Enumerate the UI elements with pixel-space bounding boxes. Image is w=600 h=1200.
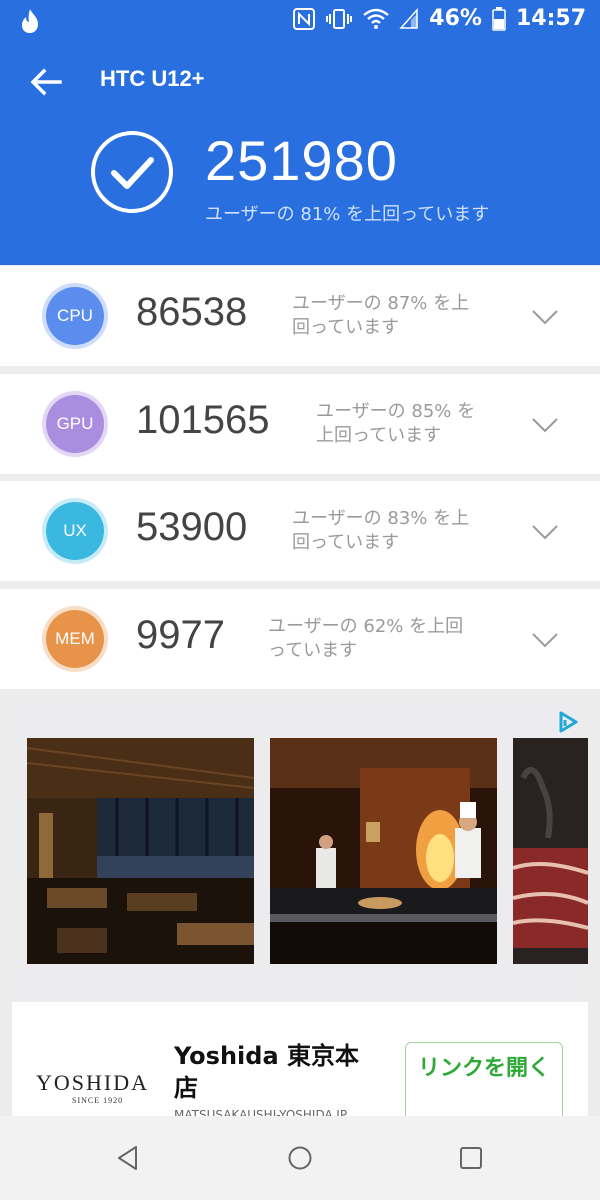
open-link-button[interactable]: リンクを開く: [405, 1042, 563, 1117]
header: 46% 14:57 HTC U12+ 251980 ユーザーの 81% を上回っ…: [0, 0, 600, 265]
flame-icon: [22, 9, 38, 33]
chevron-down-icon[interactable]: [530, 625, 560, 655]
ad-banner[interactable]: YOSHIDA SINCE 1920 Yoshida 東京本店 MATSUSAK…: [12, 702, 588, 1117]
clock: 14:57: [515, 6, 586, 31]
nfc-icon: [293, 7, 316, 30]
ad-brand-tagline: SINCE 1920: [72, 1096, 124, 1105]
app-bar: HTC U12+: [0, 56, 600, 108]
chevron-down-icon[interactable]: [530, 302, 560, 332]
nav-back-icon[interactable]: [112, 1142, 144, 1174]
nav-recents-icon[interactable]: [455, 1142, 487, 1174]
status-bar: 46% 14:57: [0, 0, 600, 44]
nav-home-icon[interactable]: [284, 1142, 316, 1174]
gpu-badge: GPU: [42, 391, 108, 457]
desc-line: ユーザーの 85% を: [316, 401, 476, 422]
badge-label: CPU: [57, 306, 93, 325]
battery-percent: 46%: [429, 6, 482, 31]
ux-score: 53900: [136, 505, 248, 549]
total-percentile: ユーザーの 81% を上回っています: [205, 204, 490, 225]
ux-percentile: ユーザーの 83% を上 回っています: [292, 507, 469, 555]
cpu-percentile: ユーザーの 87% を上 回っています: [292, 292, 469, 340]
ad-choices-icon[interactable]: [556, 710, 580, 734]
score-card-cpu[interactable]: CPU 86538 ユーザーの 87% を上 回っています: [0, 266, 600, 366]
signal-icon: [399, 7, 419, 29]
desc-line: 回っています: [292, 317, 400, 338]
total-score: 251980: [205, 129, 398, 192]
desc-line: ユーザーの 87% を上: [292, 293, 470, 314]
ux-badge: UX: [42, 498, 108, 564]
battery-icon: [492, 6, 506, 31]
score-card-ux[interactable]: UX 53900 ユーザーの 83% を上 回っています: [0, 481, 600, 581]
desc-line: っています: [268, 640, 358, 661]
desc-line: ユーザーの 62% を上回: [268, 616, 464, 637]
status-icons: 46% 14:57: [293, 6, 586, 31]
check-circle-icon: [91, 131, 173, 213]
back-arrow-icon[interactable]: [26, 62, 66, 102]
wifi-icon: [363, 8, 390, 29]
badge-label: MEM: [55, 629, 95, 648]
navigation-bar: [0, 1116, 600, 1200]
cpu-badge: CPU: [42, 283, 108, 349]
ad-title[interactable]: Yoshida 東京本店: [174, 1040, 374, 1104]
mem-badge: MEM: [42, 606, 108, 672]
app-title: HTC U12+: [100, 66, 205, 91]
badge-label: UX: [63, 521, 87, 540]
desc-line: 上回っています: [316, 425, 442, 446]
badge-label: GPU: [56, 414, 94, 433]
chevron-down-icon[interactable]: [530, 517, 560, 547]
gpu-percentile: ユーザーの 85% を 上回っています: [316, 400, 475, 448]
ad-brand-logo: YOSHIDA: [36, 1070, 149, 1095]
cpu-score: 86538: [136, 290, 248, 334]
chevron-down-icon[interactable]: [530, 410, 560, 440]
restaurant-photo[interactable]: [27, 738, 254, 964]
chef-photo[interactable]: [270, 738, 497, 964]
desc-line: ユーザーの 83% を上: [292, 508, 470, 529]
score-card-mem[interactable]: MEM 9977 ユーザーの 62% を上回 っています: [0, 589, 600, 689]
desc-line: 回っています: [292, 532, 400, 553]
mem-score: 9977: [136, 613, 225, 657]
mem-percentile: ユーザーの 62% を上回 っています: [268, 615, 463, 663]
score-card-gpu[interactable]: GPU 101565 ユーザーの 85% を 上回っています: [0, 374, 600, 474]
beef-photo[interactable]: [513, 738, 588, 964]
gpu-score: 101565: [136, 398, 270, 442]
vibrate-icon: [326, 8, 353, 29]
